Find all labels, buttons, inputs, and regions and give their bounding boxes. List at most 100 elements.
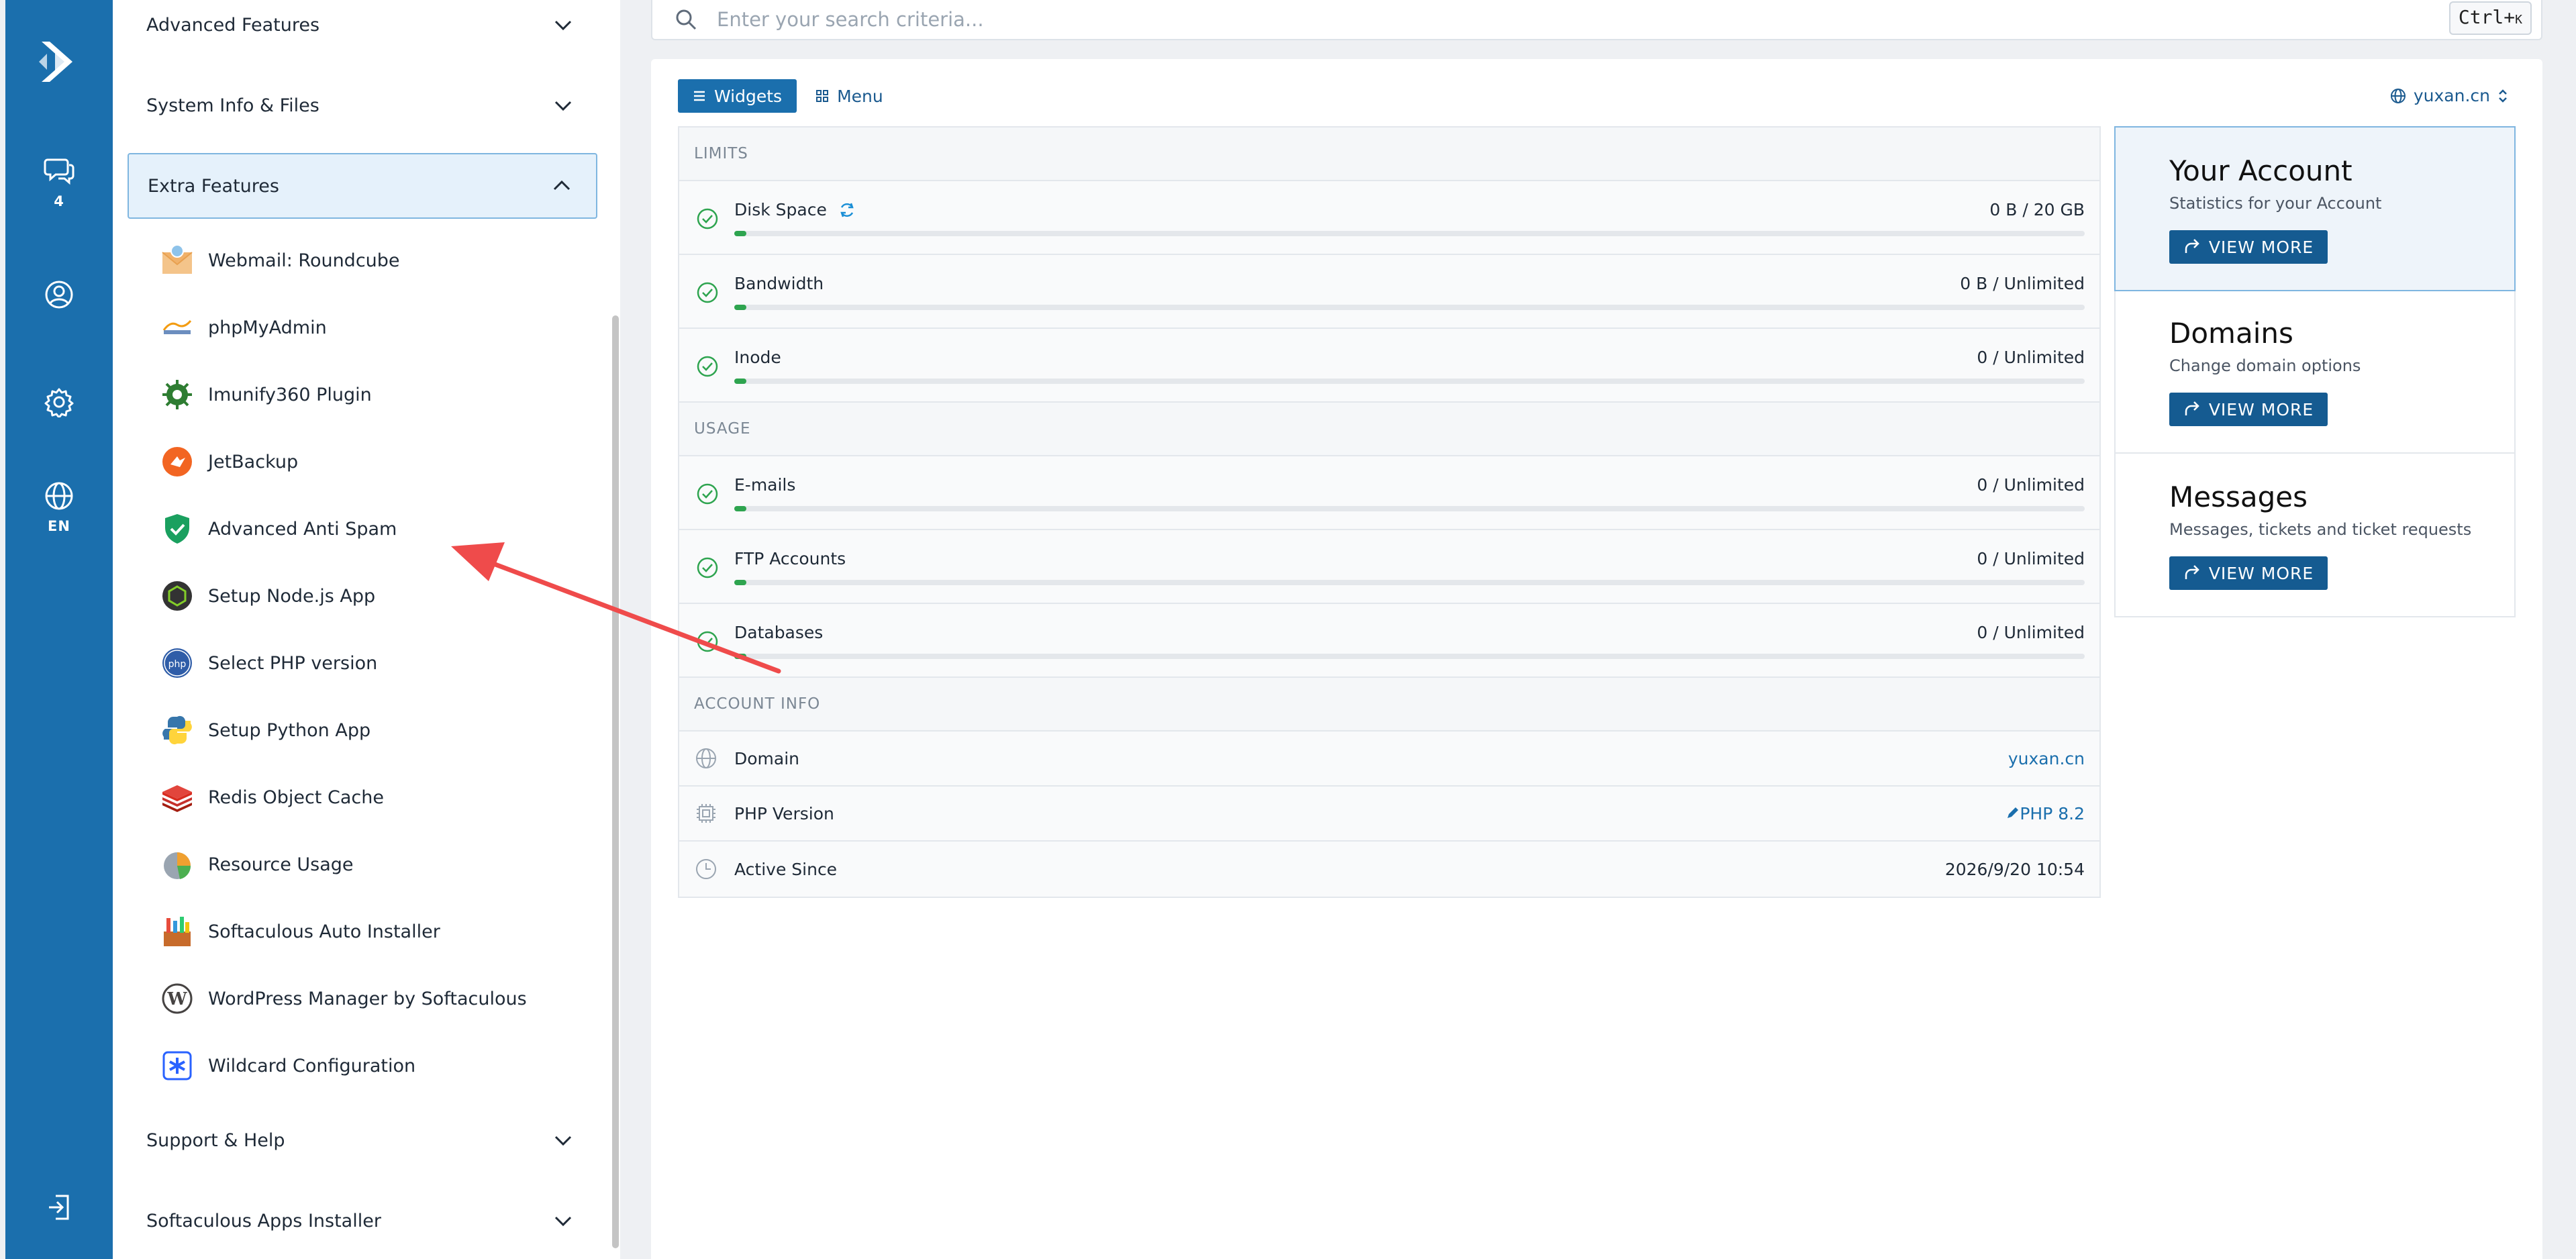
sidebar-item-label: Webmail: Roundcube — [208, 250, 400, 271]
view-more-button[interactable]: VIEW MORE — [2169, 556, 2328, 590]
rail-logout[interactable] — [5, 1192, 113, 1223]
sidebar-item-php-version[interactable]: php Select PHP version — [160, 643, 589, 683]
tab-menu[interactable]: Menu — [815, 87, 883, 106]
language-code: EN — [48, 518, 70, 534]
progress-bar — [734, 231, 2085, 236]
view-more-button[interactable]: VIEW MORE — [2169, 393, 2328, 426]
stat-row-inode: Inode 0 / Unlimited — [679, 329, 2099, 403]
sidebar-item-phpmyadmin[interactable]: phpMyAdmin — [160, 307, 589, 348]
section-advanced-features[interactable]: Advanced Features — [128, 0, 597, 58]
chevron-up-icon — [553, 180, 571, 191]
imunify-icon — [160, 377, 195, 412]
check-circle-icon — [697, 557, 718, 578]
phpmyadmin-icon — [160, 310, 195, 345]
info-row-active-since: Active Since 2026/9/20 10:54 — [679, 842, 2099, 897]
domain-selector-value: yuxan.cn — [2413, 86, 2490, 105]
section-softaculous-apps[interactable]: Softaculous Apps Installer — [128, 1188, 597, 1254]
stat-row-bandwidth: Bandwidth 0 B / Unlimited — [679, 255, 2099, 329]
account-info-header: ACCOUNT INFO — [679, 678, 2099, 732]
card-subtitle: Statistics for your Account — [2169, 194, 2382, 213]
svg-text:W: W — [166, 989, 187, 1009]
section-label: Support & Help — [146, 1129, 285, 1151]
card-your-account[interactable]: Your Account Statistics for your Account… — [2114, 126, 2516, 291]
section-support-help[interactable]: Support & Help — [128, 1107, 597, 1173]
gear-icon — [44, 388, 74, 417]
sidebar-item-redis[interactable]: Redis Object Cache — [160, 777, 589, 817]
info-row-php-version: PHP Version PHP 8.2 — [679, 787, 2099, 842]
share-arrow-icon — [2185, 401, 2199, 415]
section-system-info[interactable]: System Info & Files — [128, 72, 597, 138]
stat-row-emails: E-mails 0 / Unlimited — [679, 456, 2099, 530]
brand-logo[interactable] — [35, 38, 83, 86]
chevron-updown-icon — [2499, 89, 2507, 103]
pencil-icon — [2008, 807, 2019, 818]
sidebar-item-label: Setup Node.js App — [208, 585, 376, 607]
refresh-icon[interactable] — [838, 201, 856, 219]
domain-selector[interactable]: yuxan.cn — [2383, 86, 2516, 105]
stat-value: 0 / Unlimited — [1977, 348, 2085, 367]
view-more-button[interactable]: VIEW MORE — [2169, 230, 2328, 264]
rail-messages[interactable]: 4 — [5, 153, 113, 209]
quick-links-cards: Your Account Statistics for your Account… — [2114, 126, 2516, 617]
stat-value: 0 B / Unlimited — [1960, 274, 2085, 293]
chevron-down-icon — [554, 101, 572, 111]
wildcard-icon — [160, 1048, 195, 1083]
progress-bar — [734, 506, 2085, 511]
domain-link[interactable]: yuxan.cn — [2008, 749, 2085, 768]
stat-label: FTP Accounts — [734, 549, 846, 568]
sidebar-item-roundcube[interactable]: Webmail: Roundcube — [160, 240, 589, 281]
sidebar-scrollbar[interactable] — [612, 315, 619, 1248]
sidebar-item-anti-spam[interactable]: Advanced Anti Spam — [160, 509, 589, 549]
section-label: Advanced Features — [146, 14, 320, 36]
section-extra-features[interactable]: Extra Features — [128, 153, 597, 219]
resource-usage-icon — [160, 847, 195, 882]
info-label: PHP Version — [734, 803, 834, 823]
sidebar-item-nodejs[interactable]: Setup Node.js App — [160, 576, 589, 616]
clock-icon — [696, 859, 716, 879]
check-circle-icon — [697, 483, 718, 505]
usage-header: USAGE — [679, 403, 2099, 456]
search-icon — [676, 9, 697, 30]
progress-bar — [734, 305, 2085, 310]
view-tabs: Widgets Menu — [678, 79, 883, 113]
progress-bar — [734, 654, 2085, 659]
sidebar-item-softaculous[interactable]: Softaculous Auto Installer — [160, 911, 589, 952]
active-since-value: 2026/9/20 10:54 — [1944, 859, 2085, 879]
wordpress-icon: W — [160, 981, 195, 1016]
rail-profile[interactable] — [5, 279, 113, 310]
chip-icon — [697, 804, 715, 823]
sidebar-item-label: WordPress Manager by Softaculous — [208, 988, 527, 1009]
chevron-down-icon — [554, 20, 572, 31]
card-domains[interactable]: Domains Change domain options VIEW MORE — [2116, 290, 2514, 454]
check-circle-icon — [697, 356, 718, 377]
card-subtitle: Change domain options — [2169, 356, 2361, 375]
check-circle-icon — [697, 208, 718, 230]
progress-bar — [734, 379, 2085, 384]
stat-value: 0 / Unlimited — [1977, 475, 2085, 495]
logout-icon — [49, 1195, 69, 1220]
search-bar[interactable]: Enter your search criteria... Ctrl+K — [651, 0, 2542, 40]
section-label: Softaculous Apps Installer — [146, 1210, 381, 1231]
sidebar-item-resource-usage[interactable]: Resource Usage — [160, 844, 589, 885]
sidebar-item-jetbackup[interactable]: JetBackup — [160, 442, 589, 482]
stat-row-ftp-accounts: FTP Accounts 0 / Unlimited — [679, 530, 2099, 604]
rail-language[interactable]: EN — [5, 481, 113, 534]
stat-row-databases: Databases 0 / Unlimited — [679, 604, 2099, 678]
card-messages[interactable]: Messages Messages, tickets and ticket re… — [2116, 454, 2514, 616]
php-version-link[interactable]: PHP 8.2 — [2005, 804, 2085, 823]
messages-count: 4 — [54, 193, 64, 209]
search-placeholder[interactable]: Enter your search criteria... — [717, 8, 984, 31]
globe-icon — [696, 748, 716, 768]
card-title: Domains — [2169, 317, 2293, 350]
redis-icon — [160, 780, 195, 815]
sidebar-item-imunify[interactable]: Imunify360 Plugin — [160, 374, 589, 415]
sidebar-item-label: Setup Python App — [208, 719, 371, 741]
rail-settings[interactable] — [5, 387, 113, 417]
card-title: Messages — [2169, 481, 2308, 513]
shield-icon — [160, 511, 195, 546]
tab-widgets[interactable]: Widgets — [678, 79, 797, 113]
sidebar-item-python[interactable]: Setup Python App — [160, 710, 589, 750]
svg-text:php: php — [168, 659, 187, 670]
sidebar-item-wordpress[interactable]: W WordPress Manager by Softaculous — [160, 978, 589, 1019]
sidebar-item-wildcard[interactable]: Wildcard Configuration — [160, 1046, 589, 1086]
